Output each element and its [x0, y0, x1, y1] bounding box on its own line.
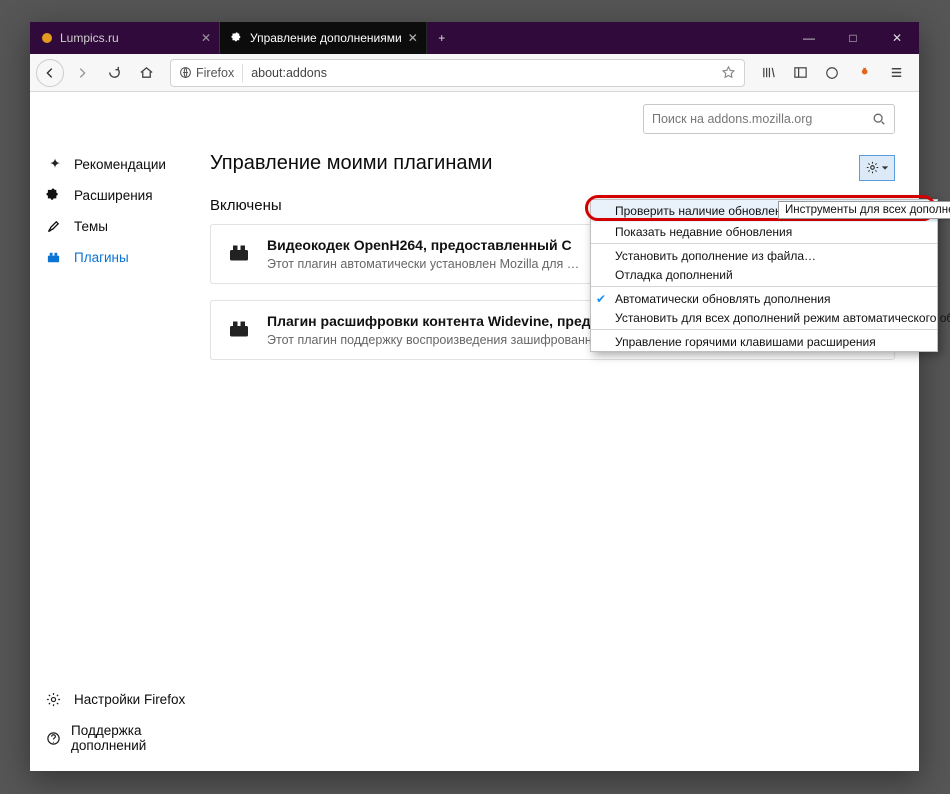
menu-debug[interactable]: Отладка дополнений: [591, 265, 937, 284]
identity-icon: [179, 66, 192, 79]
sidebar-item-settings[interactable]: Настройки Firefox: [36, 684, 206, 715]
tooltip: Инструменты для всех дополнений: [778, 201, 950, 219]
menu-separator: [591, 329, 937, 330]
search-placeholder: Поиск на addons.mozilla.org: [652, 112, 812, 126]
sidebar-item-label: Расширения: [74, 188, 153, 203]
sidebar-item-label: Рекомендации: [74, 157, 166, 172]
search-input[interactable]: Поиск на addons.mozilla.org: [643, 104, 895, 134]
tab-addons[interactable]: Управление дополнениями ✕: [220, 22, 427, 54]
toolbar-right: [755, 59, 913, 87]
menu-install-file[interactable]: Установить дополнение из файла…: [591, 246, 937, 265]
sidebar-item-plugins[interactable]: Плагины: [36, 242, 206, 273]
url-text: about:addons: [251, 66, 327, 80]
toolbar: Firefox about:addons: [30, 54, 919, 92]
favicon-icon: [40, 31, 54, 45]
menu-separator: [591, 243, 937, 244]
menu-recent-updates[interactable]: Показать недавние обновления: [591, 222, 937, 241]
tab-lumpics[interactable]: Lumpics.ru ✕: [30, 22, 220, 54]
forward-button[interactable]: [68, 59, 96, 87]
tools-menu-button[interactable]: [859, 155, 895, 181]
plugin-icon: [225, 315, 253, 343]
menu-reset-update[interactable]: Установить для всех дополнений режим авт…: [591, 308, 937, 327]
tools-dropdown: Проверить наличие обновлений Показать не…: [590, 199, 938, 352]
sparkle-icon: ✦: [46, 156, 64, 172]
library-icon[interactable]: [755, 59, 781, 87]
menu-shortcuts[interactable]: Управление горячими клавишами расширения: [591, 332, 937, 351]
chevron-down-icon: [881, 164, 889, 172]
home-button[interactable]: [132, 59, 160, 87]
content: ✦ Рекомендации Расширения Темы Плагины Н…: [30, 92, 919, 771]
star-icon[interactable]: [721, 65, 736, 80]
app-window: Lumpics.ru ✕ Управление дополнениями ✕ +…: [30, 22, 919, 771]
sidebar-item-label: Плагины: [74, 250, 129, 265]
check-icon: ✔: [596, 292, 606, 306]
sidebar-item-label: Темы: [74, 219, 108, 234]
sidebar-item-recommendations[interactable]: ✦ Рекомендации: [36, 148, 206, 180]
help-icon: [46, 731, 61, 746]
reload-button[interactable]: [100, 59, 128, 87]
menu-auto-update[interactable]: ✔ Автоматически обновлять дополнения: [591, 289, 937, 308]
sidebar-icon[interactable]: [787, 59, 813, 87]
menu-separator: [591, 286, 937, 287]
back-button[interactable]: [36, 59, 64, 87]
puzzle-icon: [46, 188, 64, 203]
gear-icon: [866, 161, 879, 174]
close-button[interactable]: ✕: [875, 22, 919, 54]
title-bar: Lumpics.ru ✕ Управление дополнениями ✕ +…: [30, 22, 919, 54]
sidebar-item-extensions[interactable]: Расширения: [36, 180, 206, 211]
window-controls: — □ ✕: [787, 22, 919, 54]
main: Поиск на addons.mozilla.org Управление м…: [206, 92, 919, 771]
close-icon[interactable]: ✕: [201, 31, 211, 45]
close-icon[interactable]: ✕: [408, 31, 418, 45]
sidebar-item-themes[interactable]: Темы: [36, 211, 206, 242]
shield-icon[interactable]: [819, 59, 845, 87]
sidebar-item-label: Настройки Firefox: [74, 692, 185, 707]
maximize-button[interactable]: □: [831, 22, 875, 54]
brush-icon: [46, 219, 64, 234]
page-title: Управление моими плагинами: [210, 152, 859, 175]
identity-label: Firefox: [196, 66, 234, 80]
plugin-icon: [225, 239, 253, 267]
sidebar: ✦ Рекомендации Расширения Темы Плагины Н…: [30, 92, 206, 771]
tab-label: Управление дополнениями: [250, 31, 402, 45]
tab-label: Lumpics.ru: [60, 31, 119, 45]
minimize-button[interactable]: —: [787, 22, 831, 54]
plugin-icon: [46, 250, 64, 265]
puzzle-icon: [230, 31, 244, 45]
gear-icon: [46, 692, 64, 707]
new-tab-button[interactable]: +: [427, 22, 457, 54]
sidebar-item-label: Поддержка дополнений: [71, 723, 196, 753]
search-icon: [872, 112, 886, 126]
fire-icon[interactable]: [851, 59, 877, 87]
tabs: Lumpics.ru ✕ Управление дополнениями ✕ +: [30, 22, 787, 54]
menu-icon[interactable]: [883, 59, 909, 87]
sidebar-item-support[interactable]: Поддержка дополнений: [36, 715, 206, 761]
address-bar[interactable]: Firefox about:addons: [170, 59, 745, 87]
